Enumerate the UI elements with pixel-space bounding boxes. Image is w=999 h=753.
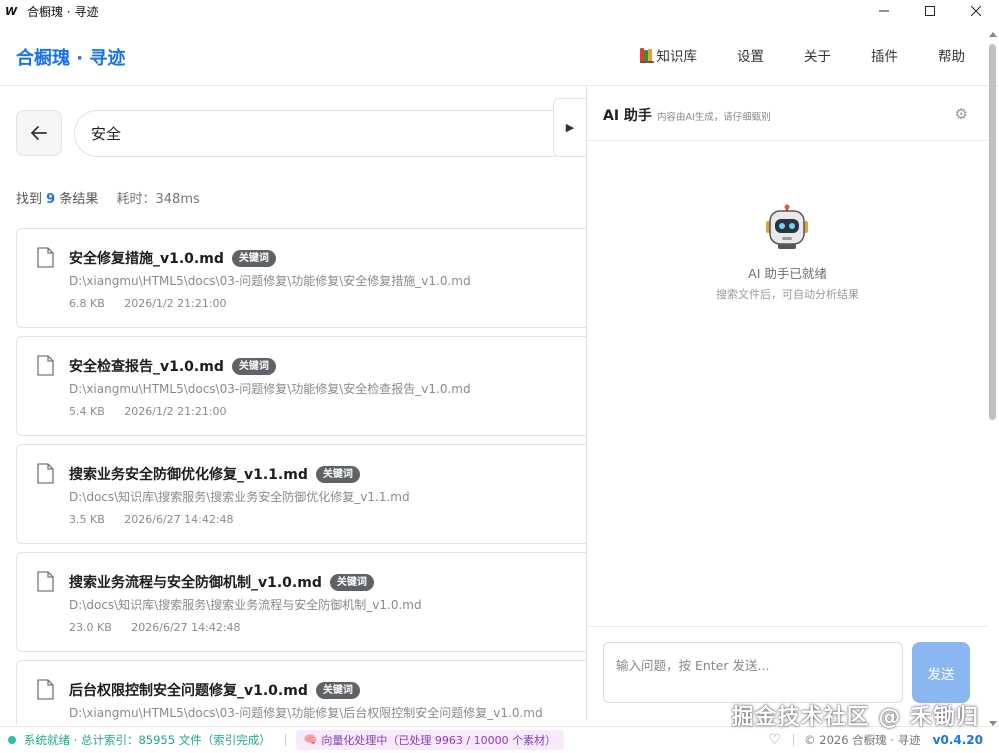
nav-knowledge-base[interactable]: 知识库 [639, 42, 698, 68]
scroll-up-arrow-icon[interactable] [989, 32, 997, 37]
file-size: 5.4 KB [69, 405, 105, 418]
file-icon [37, 571, 54, 592]
toggle-ai-panel-button[interactable]: ▶ [553, 98, 586, 157]
file-icon [37, 355, 54, 376]
keyword-badge: 关键词 [329, 573, 374, 591]
gear-icon[interactable]: ⚙ [955, 105, 968, 123]
ai-assistant-panel: AI 助手 内容由AI生成，请仔细甄别 ⚙ AI 助手已就绪 搜索文件后，可自动… [586, 86, 988, 720]
index-status: 系统就绪 · 总计索引：85955 文件（索引完成） [24, 732, 271, 747]
result-title[interactable]: 后台权限控制安全问题修复_v1.0.md 关键词 [69, 680, 360, 700]
window-titlebar: W 合橱瑰 · 寻迹 [0, 0, 999, 22]
file-size: 23.0 KB [69, 621, 112, 634]
nav-label: 知识库 [656, 49, 698, 65]
keyword-badge: 关键词 [315, 465, 360, 483]
send-button[interactable]: 发送 [912, 642, 970, 703]
result-filename: 安全检查报告_v1.0.md [69, 359, 224, 375]
scrollbar-thumb[interactable] [989, 44, 996, 420]
search-time: 耗时：348ms [116, 192, 200, 207]
summary-prefix: 找到 [16, 192, 43, 207]
window-title: 合橱瑰 · 寻迹 [27, 4, 99, 19]
result-card[interactable]: 安全修复措施_v1.0.md 关键词 D:\xiangmu\HTML5\docs… [16, 228, 586, 328]
result-path: D:\xiangmu\HTML5\docs\03-问题修复\功能修复\安全修复措… [69, 274, 471, 288]
ai-disclaimer: 内容由AI生成，请仔细甄别 [657, 112, 771, 123]
search-input[interactable] [91, 124, 531, 143]
nav-help[interactable]: 帮助 [938, 42, 965, 68]
file-size: 3.5 KB [69, 513, 105, 526]
file-icon [37, 463, 54, 484]
result-filename: 安全修复措施_v1.0.md [69, 251, 224, 267]
close-icon [971, 6, 981, 16]
keyword-badge: 关键词 [231, 249, 276, 267]
summary-suffix: 条结果 [59, 192, 99, 207]
window-controls [861, 0, 999, 22]
result-summary: 找到 9 条结果 耗时：348ms [16, 188, 200, 207]
file-icon [37, 679, 54, 700]
file-size: 6.8 KB [69, 297, 105, 310]
result-meta: 6.8 KB 2026/1/2 21:21:00 [69, 297, 227, 310]
result-card[interactable]: 后台权限控制安全问题修复_v1.0.md 关键词 D:\xiangmu\HTML… [16, 660, 586, 724]
brain-icon: 🧠 [303, 733, 318, 746]
app-logo: W [5, 4, 18, 18]
result-filename: 搜索业务流程与安全防御机制_v1.0.md [69, 575, 322, 591]
result-meta: 3.5 KB 2026/6/27 14:42:48 [69, 513, 234, 526]
result-path: D:\docs\知识库\搜索服务\搜索业务流程与安全防御机制_v1.0.md [69, 598, 422, 612]
play-right-icon: ▶ [565, 121, 575, 134]
result-path: D:\docs\知识库\搜索服务\搜索业务安全防御优化修复_v1.1.md [69, 490, 410, 504]
search-box[interactable] [74, 110, 574, 157]
file-date: 2026/1/2 21:21:00 [124, 297, 227, 310]
ai-question-input[interactable] [603, 642, 903, 703]
heart-icon[interactable]: ♡ [769, 732, 782, 748]
status-divider [284, 733, 286, 746]
minimize-icon [879, 10, 889, 12]
ai-ready-text: AI 助手已就绪 [748, 266, 827, 281]
back-button[interactable] [16, 110, 62, 156]
nav-about[interactable]: 关于 [804, 42, 831, 68]
result-title[interactable]: 搜索业务流程与安全防御机制_v1.0.md 关键词 [69, 572, 374, 592]
version-label[interactable]: v0.4.20 [933, 733, 983, 747]
minimize-button[interactable] [861, 0, 907, 22]
result-filename: 后台权限控制安全问题修复_v1.0.md [69, 683, 308, 699]
result-path: D:\xiangmu\HTML5\docs\03-问题修复\功能修复\后台权限控… [69, 706, 543, 720]
result-title[interactable]: 安全修复措施_v1.0.md 关键词 [69, 248, 276, 268]
page-scrollbar[interactable] [988, 32, 997, 726]
nav-plugins[interactable]: 插件 [871, 42, 898, 68]
vectorization-status: 向量化处理中（已处理 9963 / 10000 个素材） [321, 733, 557, 747]
file-icon [37, 247, 54, 268]
result-card[interactable]: 搜索业务安全防御优化修复_v1.1.md 关键词 D:\docs\知识库\搜索服… [16, 444, 586, 544]
file-date: 2026/6/27 14:42:48 [124, 513, 234, 526]
result-count: 9 [46, 192, 56, 207]
keyword-badge: 关键词 [315, 681, 360, 699]
ai-hint-text: 搜索文件后，可自动分析结果 [716, 288, 859, 301]
result-card[interactable]: 安全检查报告_v1.0.md 关键词 D:\xiangmu\HTML5\docs… [16, 336, 586, 436]
result-title[interactable]: 安全检查报告_v1.0.md 关键词 [69, 356, 276, 376]
copyright-text: © 2026 合橱瑰 · 寻迹 [804, 733, 921, 747]
arrow-left-icon [31, 126, 47, 140]
robot-icon [766, 204, 808, 249]
vectorization-badge: 🧠 向量化处理中（已处理 9963 / 10000 个素材） [295, 729, 565, 750]
ai-panel-title: AI 助手 [603, 108, 652, 124]
nav-settings[interactable]: 设置 [737, 42, 764, 68]
ai-panel-header: AI 助手 内容由AI生成，请仔细甄别 ⚙ [587, 86, 988, 141]
file-date: 2026/1/2 21:21:00 [124, 405, 227, 418]
keyword-badge: 关键词 [231, 357, 276, 375]
brand-title[interactable]: 合橱瑰 · 寻迹 [16, 44, 125, 70]
status-divider [793, 734, 795, 746]
main-nav: 知识库 设置 关于 插件 帮助 [639, 42, 965, 68]
watermark: 掘金技术社区 @ 禾锄归 [731, 705, 979, 730]
books-icon [639, 47, 654, 63]
app-header: 合橱瑰 · 寻迹 知识库 设置 关于 插件 帮助 [0, 22, 999, 86]
result-filename: 搜索业务安全防御优化修复_v1.1.md [69, 467, 308, 483]
result-card[interactable]: 搜索业务流程与安全防御机制_v1.0.md 关键词 D:\docs\知识库\搜索… [16, 552, 586, 652]
result-path: D:\xiangmu\HTML5\docs\03-问题修复\功能修复\安全检查报… [69, 382, 471, 396]
result-meta: 23.0 KB 2026/6/27 14:42:48 [69, 621, 241, 634]
maximize-button[interactable] [907, 0, 953, 22]
maximize-icon [925, 6, 935, 16]
close-window-button[interactable] [953, 0, 999, 22]
file-date: 2026/6/27 14:42:48 [131, 621, 241, 634]
result-meta: 5.4 KB 2026/1/2 21:21:00 [69, 405, 227, 418]
status-dot [8, 735, 16, 744]
result-title[interactable]: 搜索业务安全防御优化修复_v1.1.md 关键词 [69, 464, 360, 484]
